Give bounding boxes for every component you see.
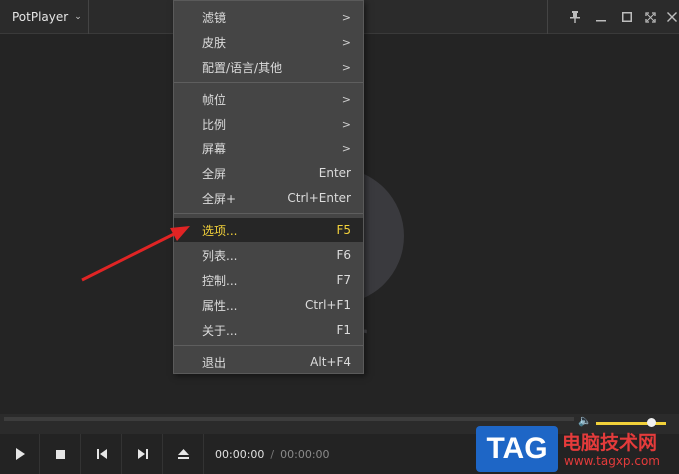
next-icon bbox=[137, 449, 148, 459]
close-icon[interactable] bbox=[664, 9, 679, 25]
previous-button[interactable] bbox=[82, 434, 122, 474]
submenu-arrow-icon: > bbox=[341, 35, 351, 49]
menu-item-label: 退出 bbox=[202, 355, 227, 370]
previous-icon bbox=[96, 449, 107, 459]
menu-item-label: 滤镜 bbox=[202, 10, 227, 25]
menu-item-shortcut: Ctrl+F1 bbox=[305, 298, 351, 312]
menu-item-shortcut: F5 bbox=[336, 223, 351, 237]
eject-button[interactable] bbox=[164, 434, 204, 474]
submenu-arrow-icon: > bbox=[341, 117, 351, 131]
menu-item-shortcut: F1 bbox=[336, 323, 351, 337]
menu-item-options[interactable]: 选项... F5 bbox=[174, 218, 363, 242]
time-display: 00:00:00 / 00:00:00 bbox=[215, 434, 330, 474]
submenu-arrow-icon: > bbox=[341, 92, 351, 106]
time-separator: / bbox=[270, 447, 275, 461]
menu-item-playlist[interactable]: 列表... F6 bbox=[174, 243, 363, 267]
watermark: TAG 电脑技术网 www.tagxp.com bbox=[476, 424, 679, 474]
fullscreen-icon[interactable] bbox=[642, 9, 658, 25]
submenu-arrow-icon: > bbox=[341, 10, 351, 24]
stop-button[interactable] bbox=[41, 434, 81, 474]
context-menu: 滤镜 > 皮肤 > 配置/语言/其他 > 帧位 > 比例 > 屏幕 > 全屏 E… bbox=[173, 0, 364, 374]
menu-item-shortcut: F6 bbox=[336, 248, 351, 262]
menu-item-label: 控制... bbox=[202, 273, 238, 288]
play-button[interactable] bbox=[0, 434, 40, 474]
app-name: PotPlayer bbox=[12, 10, 69, 24]
menu-item-properties[interactable]: 属性... Ctrl+F1 bbox=[174, 293, 363, 317]
watermark-site-name: 电脑技术网 bbox=[562, 432, 658, 454]
chevron-down-icon: ⌄ bbox=[74, 12, 82, 22]
menu-separator bbox=[174, 82, 363, 83]
menu-item-label: 全屏 bbox=[202, 166, 227, 181]
menu-item-shortcut: F7 bbox=[336, 273, 351, 287]
menu-item-shortcut: Enter bbox=[318, 166, 351, 180]
menu-item-label: 帧位 bbox=[202, 92, 227, 107]
menu-item-label: 配置/语言/其他 bbox=[202, 60, 283, 75]
menu-item-about[interactable]: 关于... F1 bbox=[174, 318, 363, 342]
menu-item-label: 列表... bbox=[202, 248, 238, 263]
seek-bar[interactable] bbox=[4, 417, 574, 421]
menu-separator bbox=[174, 213, 363, 214]
menu-item-ratio[interactable]: 比例 > bbox=[174, 112, 363, 136]
play-icon bbox=[15, 448, 25, 460]
menu-item-config-language[interactable]: 配置/语言/其他 > bbox=[174, 55, 363, 79]
menu-item-label: 全屏+ bbox=[202, 191, 237, 206]
pin-icon[interactable] bbox=[567, 9, 583, 25]
submenu-arrow-icon: > bbox=[341, 141, 351, 155]
app-menu-button[interactable]: PotPlayer ⌄ bbox=[0, 0, 89, 34]
menu-separator bbox=[174, 345, 363, 346]
menu-item-label: 皮肤 bbox=[202, 35, 227, 50]
menu-item-frame[interactable]: 帧位 > bbox=[174, 87, 363, 111]
menu-item-label: 屏幕 bbox=[202, 141, 227, 156]
stop-icon bbox=[56, 449, 65, 459]
menu-item-exit[interactable]: 退出 Alt+F4 bbox=[174, 350, 363, 374]
current-time: 00:00:00 bbox=[215, 447, 265, 461]
watermark-tag-logo: TAG bbox=[476, 426, 558, 472]
submenu-arrow-icon: > bbox=[341, 60, 351, 74]
menu-item-label: 属性... bbox=[202, 298, 238, 313]
duration: 00:00:00 bbox=[280, 447, 330, 461]
menu-item-label: 选项... bbox=[202, 223, 238, 238]
menu-item-label: 比例 bbox=[202, 117, 227, 132]
watermark-url: www.tagxp.com bbox=[564, 454, 660, 468]
menu-item-fullscreen-plus[interactable]: 全屏+ Ctrl+Enter bbox=[174, 186, 363, 210]
menu-item-shortcut: Alt+F4 bbox=[310, 355, 351, 369]
window-controls bbox=[547, 0, 679, 34]
menu-item-fullscreen[interactable]: 全屏 Enter bbox=[174, 161, 363, 185]
menu-item-screen[interactable]: 屏幕 > bbox=[174, 136, 363, 160]
maximize-icon[interactable] bbox=[619, 9, 635, 25]
menu-item-filters[interactable]: 滤镜 > bbox=[174, 5, 363, 29]
eject-icon bbox=[178, 449, 189, 459]
menu-item-shortcut: Ctrl+Enter bbox=[287, 191, 351, 205]
menu-item-skin[interactable]: 皮肤 > bbox=[174, 30, 363, 54]
menu-item-label: 关于... bbox=[202, 323, 238, 338]
menu-item-control[interactable]: 控制... F7 bbox=[174, 268, 363, 292]
minimize-icon[interactable] bbox=[593, 9, 609, 25]
next-button[interactable] bbox=[123, 434, 163, 474]
